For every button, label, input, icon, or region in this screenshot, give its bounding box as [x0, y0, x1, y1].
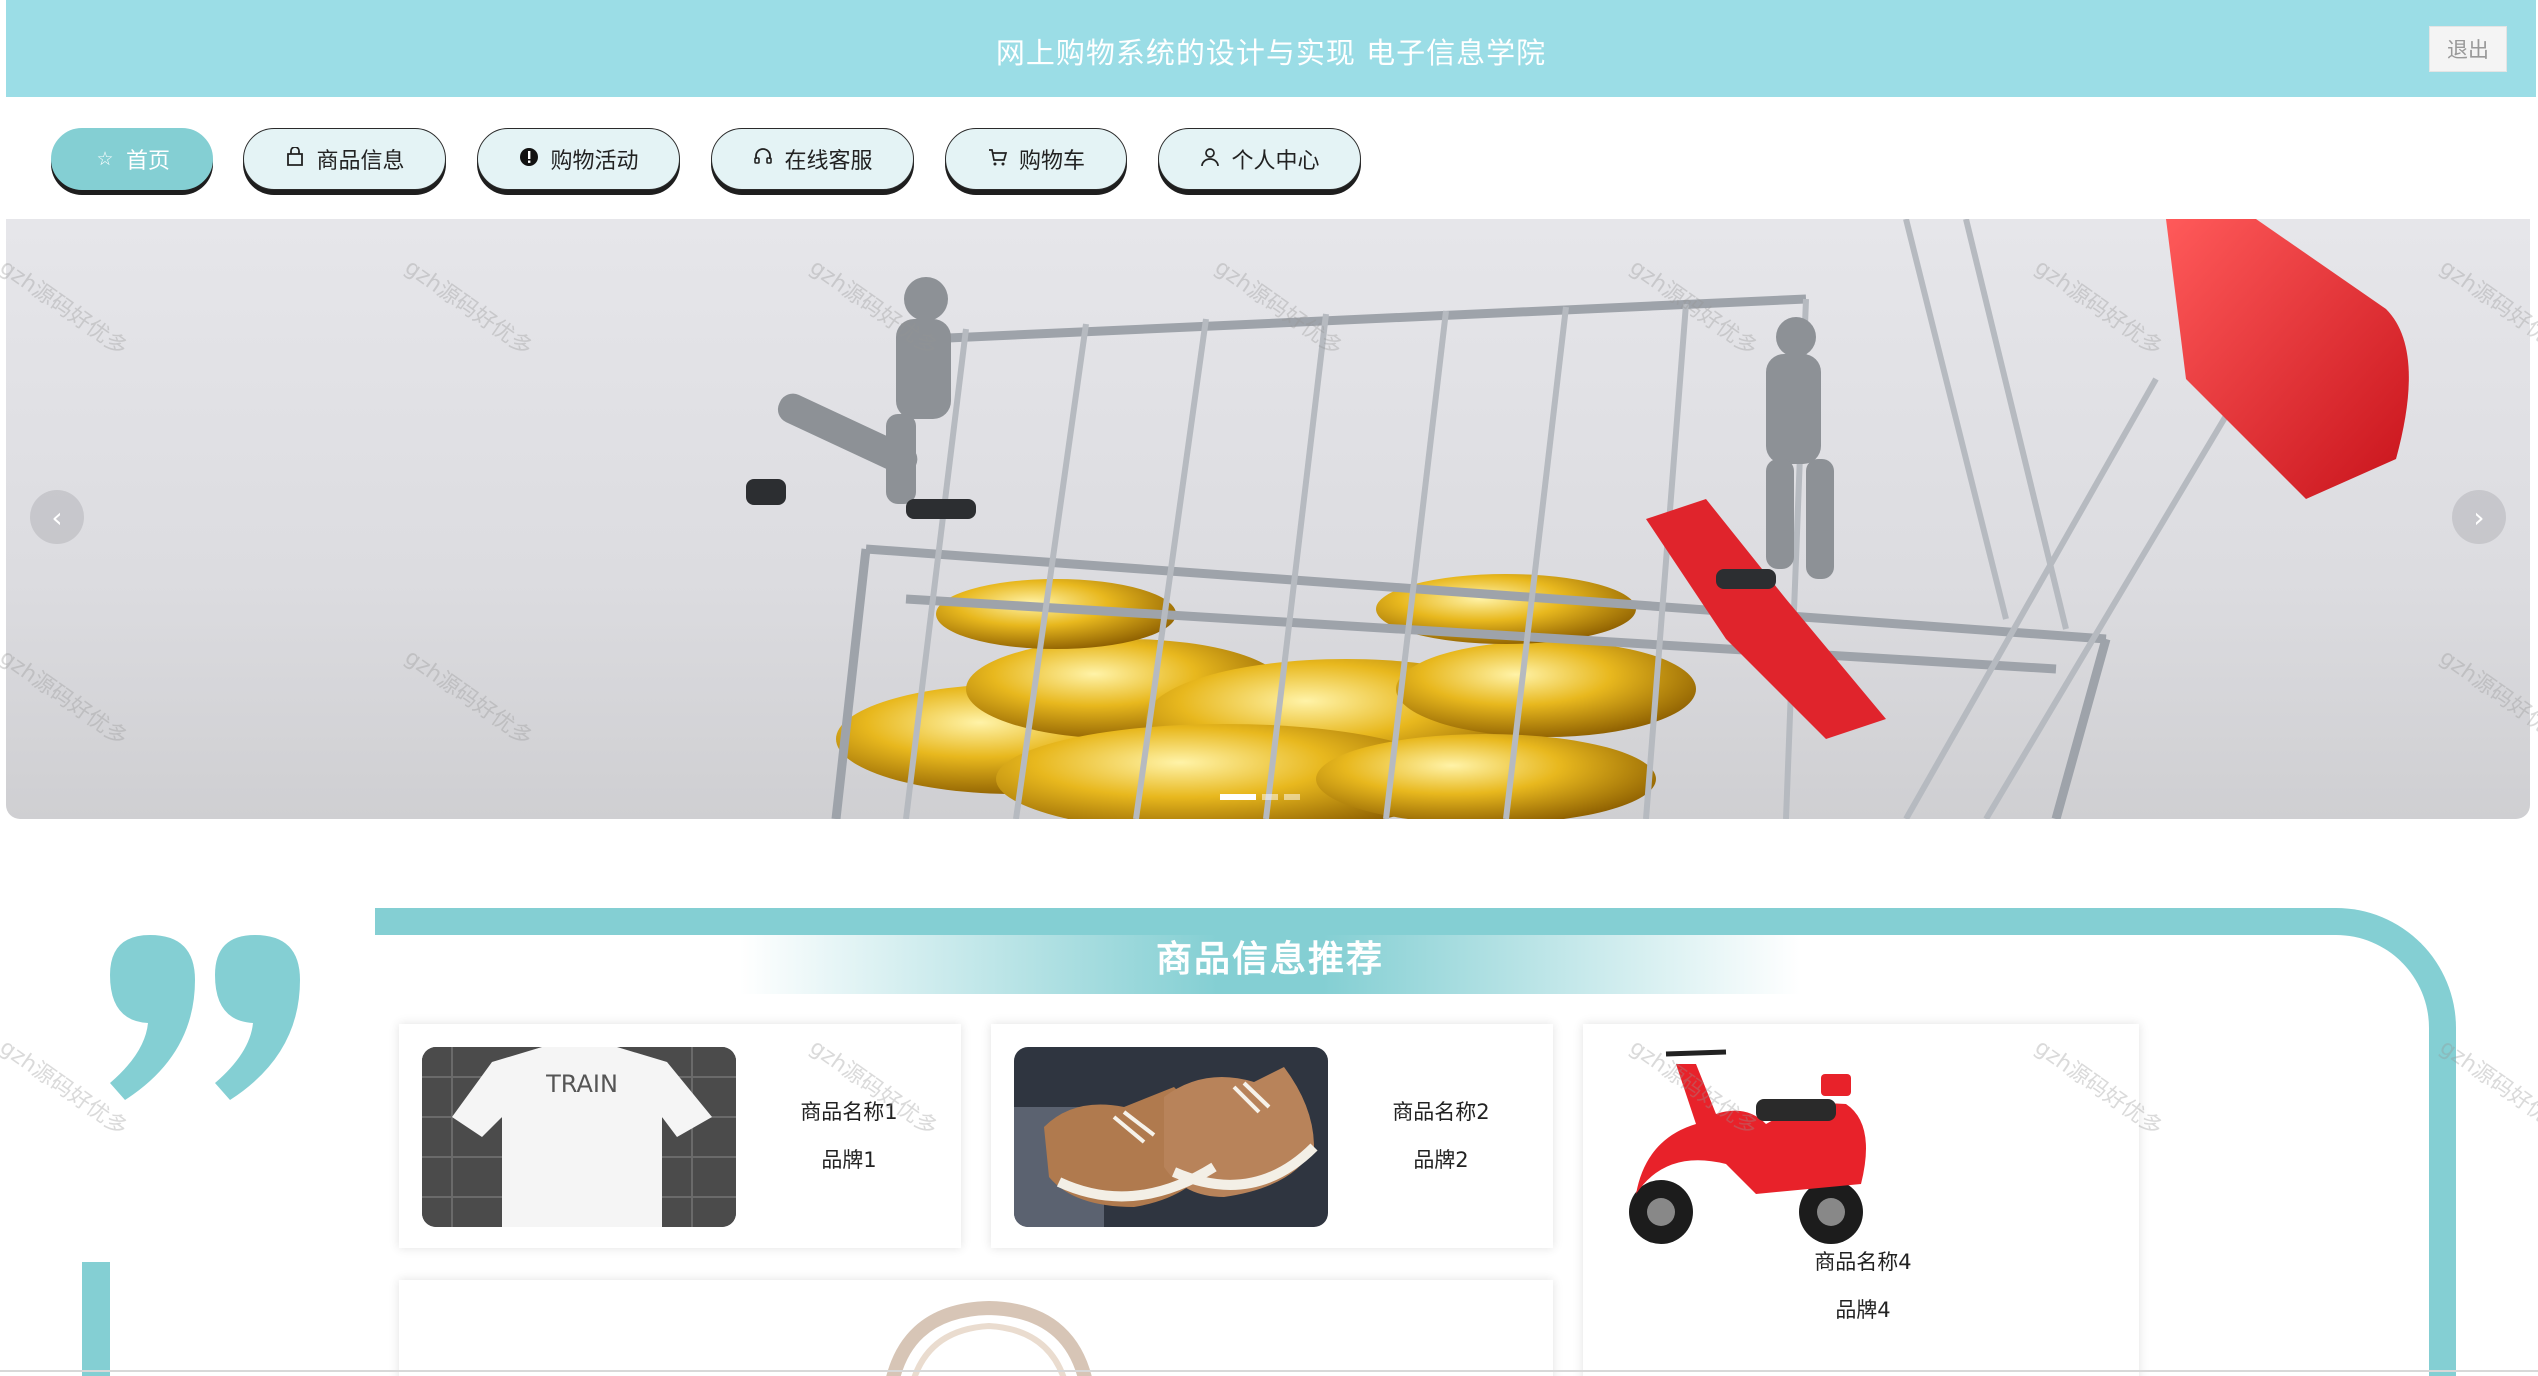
product-card[interactable]: 商品名称4 品牌4 [1583, 1024, 2139, 1376]
coins-pile [836, 574, 1696, 819]
section-title: 商品信息推荐 [740, 918, 1800, 994]
user-icon [1199, 147, 1221, 172]
quote-mark-icon [110, 935, 300, 1100]
nav-profile-button[interactable]: 个人中心 [1158, 128, 1361, 190]
alert-circle-icon [518, 147, 540, 172]
star-icon: ☆ [96, 148, 114, 170]
nav-products-label: 商品信息 [316, 149, 405, 174]
product-name: 商品名称4 [1814, 1250, 1912, 1274]
header-bar: 网上购物系统的设计与实现 电子信息学院 退出 [6, 0, 2536, 97]
cart-icon [987, 147, 1009, 172]
nav-cart-button[interactable]: 购物车 [945, 128, 1127, 190]
window-bottom-border [0, 1370, 2538, 1372]
product-image [869, 1300, 1109, 1376]
product-name: 商品名称1 [800, 1100, 898, 1124]
nav-service-label: 在线客服 [784, 149, 873, 174]
product-image: TRAIN [422, 1047, 736, 1227]
decorative-bar [82, 1262, 110, 1376]
nav-profile-label: 个人中心 [1231, 149, 1320, 174]
nav-products-button[interactable]: 商品信息 [243, 128, 446, 190]
figurine-left [746, 277, 976, 519]
logout-button[interactable]: 退出 [2429, 26, 2507, 72]
carousel-dot[interactable] [1220, 794, 1256, 800]
carousel-dot[interactable] [1262, 794, 1278, 800]
carousel-dot[interactable] [1284, 794, 1300, 800]
section-frame-corner [2200, 908, 2456, 1376]
nav-service-button[interactable]: 在线客服 [711, 128, 914, 190]
nav-activities-button[interactable]: 购物活动 [477, 128, 680, 190]
nav-home-label: 首页 [125, 149, 170, 174]
product-brand: 品牌4 [1835, 1298, 1891, 1322]
nav-activities-label: 购物活动 [550, 149, 639, 174]
product-image [1606, 1044, 1886, 1254]
carousel-next-button[interactable]: › [2452, 490, 2506, 544]
nav-home-button[interactable]: ☆ 首页 [51, 128, 213, 190]
product-image [1014, 1047, 1328, 1227]
bag-icon [284, 145, 306, 172]
banner-image [746, 219, 2409, 819]
svg-text:TRAIN: TRAIN [545, 1070, 618, 1098]
product-name: 商品名称2 [1392, 1100, 1490, 1124]
product-brand: 品牌1 [821, 1148, 877, 1172]
product-card[interactable]: TRAIN 商品名称1 品牌1 [399, 1024, 961, 1248]
product-card[interactable] [399, 1280, 1553, 1376]
nav-cart-label: 购物车 [1018, 149, 1085, 174]
page: 网上购物系统的设计与实现 电子信息学院 退出 ☆ 首页 商品信息 购物活动 在线… [0, 0, 2538, 1376]
banner-carousel[interactable]: ‹ › [6, 219, 2530, 819]
product-card[interactable]: 商品名称2 品牌2 [991, 1024, 1553, 1248]
page-title: 网上购物系统的设计与实现 电子信息学院 [995, 36, 1547, 70]
product-brand: 品牌2 [1413, 1148, 1469, 1172]
carousel-indicators [1220, 794, 1300, 800]
carousel-prev-button[interactable]: ‹ [30, 490, 84, 544]
headset-icon [752, 147, 774, 172]
